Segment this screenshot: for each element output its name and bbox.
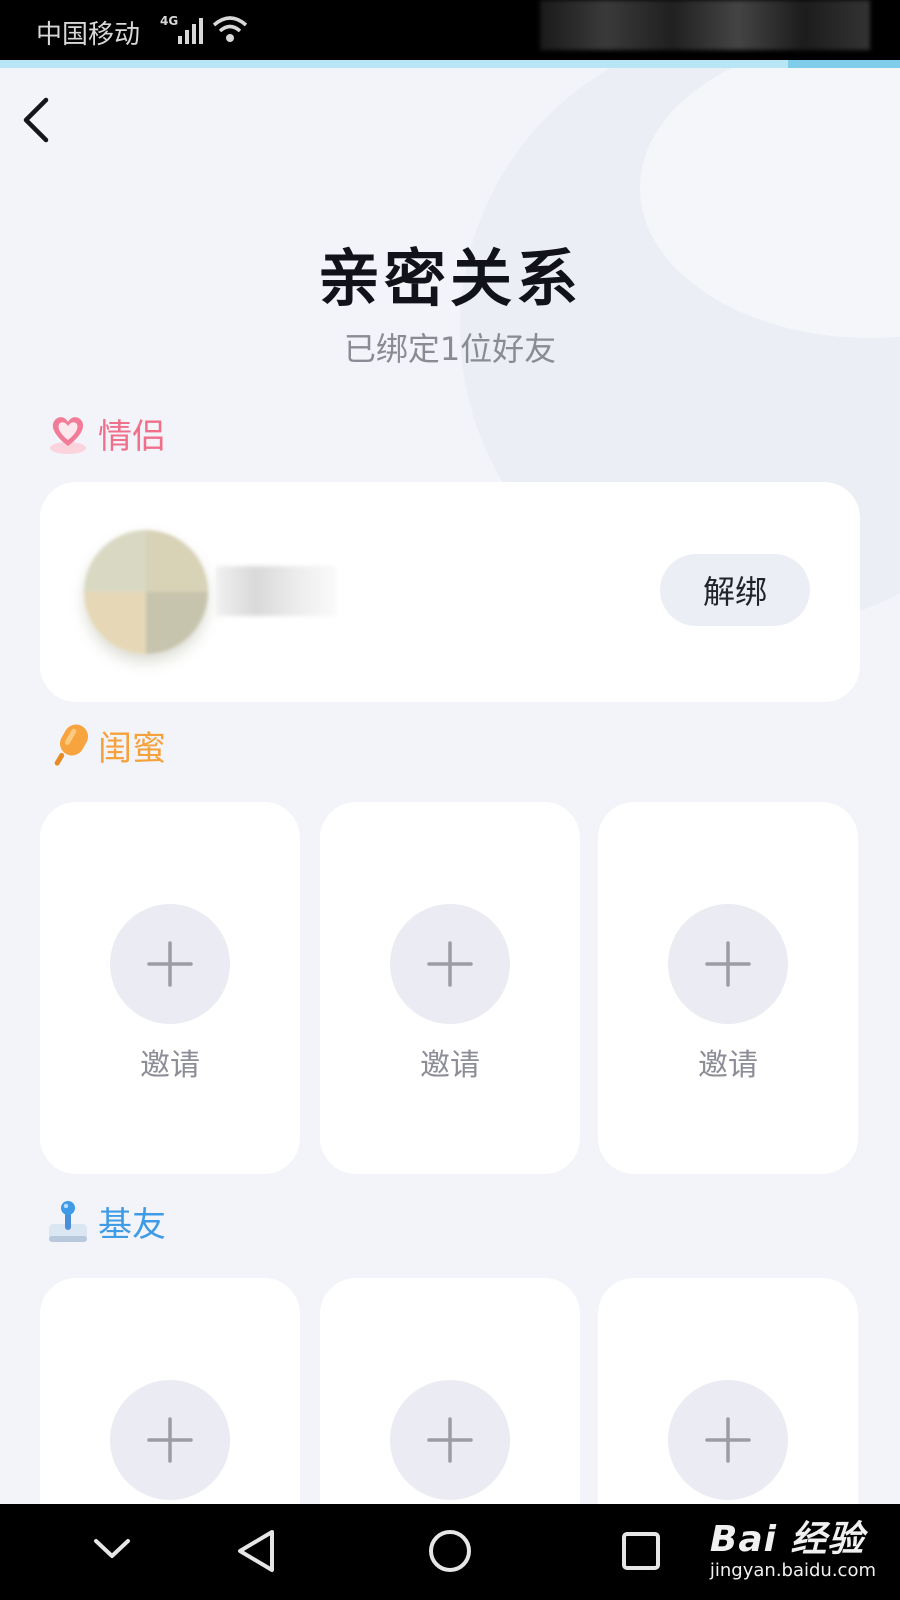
plus-icon: [427, 1417, 473, 1463]
invite-slot[interactable]: [40, 1278, 300, 1504]
invite-slot[interactable]: 邀请: [40, 802, 300, 1174]
add-button[interactable]: [390, 904, 510, 1024]
recents-square-icon[interactable]: [620, 1530, 662, 1572]
section-couple: 情侣: [46, 408, 166, 458]
system-nav-bar: Bai 经验 jingyan.baidu.com: [0, 1504, 900, 1600]
accent-line: [0, 60, 900, 68]
invite-label[interactable]: 邀请: [40, 1040, 300, 1084]
plus-icon: [147, 941, 193, 987]
back-button[interactable]: [18, 96, 58, 146]
plus-icon: [147, 1417, 193, 1463]
heart-icon: [50, 417, 86, 454]
invite-slot[interactable]: 邀请: [320, 802, 580, 1174]
watermark-url: jingyan.baidu.com: [709, 1560, 876, 1581]
section-label-buddy: 基友: [98, 1204, 166, 1245]
partner-name-blurred: [216, 566, 336, 616]
invite-slot[interactable]: [320, 1278, 580, 1504]
invite-label[interactable]: 邀请: [320, 1040, 580, 1084]
invite-label[interactable]: 邀请: [598, 1040, 858, 1084]
partner-card[interactable]: 解绑: [40, 482, 860, 702]
watermark: Bai 经验 jingyan.baidu.com: [710, 1510, 876, 1581]
avatar[interactable]: [84, 530, 208, 654]
popsicle-icon: [54, 724, 88, 766]
add-button[interactable]: [110, 1380, 230, 1500]
carrier-name: 中国移动: [36, 20, 141, 50]
section-bestie: 闺蜜: [46, 720, 166, 770]
page-subtitle: 已绑定1位好友: [343, 330, 557, 368]
add-button[interactable]: [668, 904, 788, 1024]
add-button[interactable]: [390, 1380, 510, 1500]
plus-icon: [427, 941, 473, 987]
page-title: 亲密关系: [317, 242, 582, 315]
wifi-icon: [212, 16, 248, 42]
back-triangle-icon[interactable]: [234, 1528, 278, 1574]
back-arrow-icon: [23, 97, 49, 143]
add-button[interactable]: [110, 904, 230, 1024]
invite-slot[interactable]: [598, 1278, 858, 1504]
status-icons-blurred: [540, 0, 870, 50]
watermark-brand: Bai 经验: [709, 1519, 865, 1560]
section-label-couple: 情侣: [98, 416, 166, 457]
unbind-button[interactable]: 解绑: [660, 554, 810, 626]
add-button[interactable]: [668, 1380, 788, 1500]
plus-icon: [705, 941, 751, 987]
invite-slot[interactable]: 邀请: [598, 802, 858, 1174]
section-label-bestie: 闺蜜: [98, 728, 166, 769]
collapse-icon[interactable]: [92, 1536, 132, 1562]
main-content[interactable]: 亲密关系 已绑定1位好友 情侣 解绑 闺蜜 邀请 邀请 邀请 基友: [0, 68, 900, 1504]
joystick-icon: [49, 1201, 87, 1242]
home-circle-icon[interactable]: [427, 1528, 473, 1574]
status-bar: 中国移动 4G: [0, 0, 900, 60]
plus-icon: [705, 1417, 751, 1463]
section-buddy: 基友: [46, 1196, 166, 1246]
signal-icon: [178, 18, 203, 44]
